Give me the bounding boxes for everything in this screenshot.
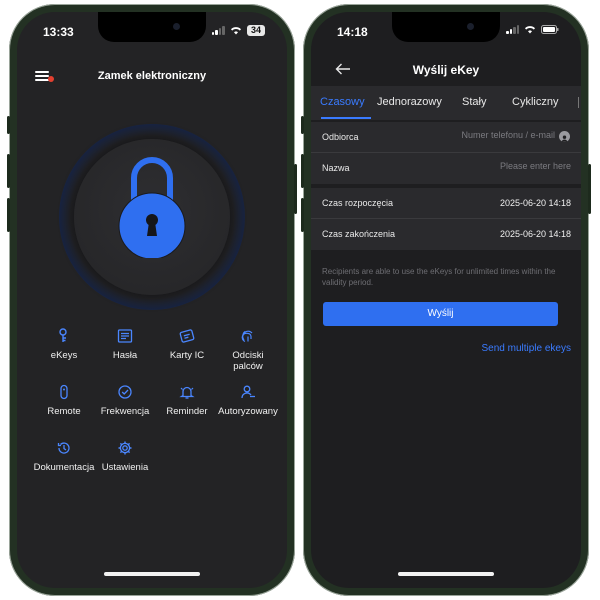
power-button	[294, 164, 297, 214]
wifi-icon	[230, 27, 241, 35]
signal-icon	[506, 25, 519, 34]
mute-switch	[301, 116, 304, 134]
tab-czasowy[interactable]: Czasowy	[320, 96, 365, 108]
active-tab-indicator	[321, 117, 371, 119]
volume-up-button	[7, 154, 10, 188]
end-time-label: Czas zakończenia	[322, 229, 396, 239]
menu-item-label: Reminder	[166, 406, 208, 417]
gear-icon	[118, 441, 132, 455]
volume-up-button	[301, 154, 304, 188]
authorized-user-icon	[241, 385, 255, 399]
menu-item-label: Dokumentacja	[33, 462, 95, 473]
contact-picker-icon[interactable]	[559, 131, 570, 142]
history-icon	[57, 442, 70, 454]
menu-item-label: Autoryzowany	[218, 406, 278, 417]
recipient-row: Odbiorca	[311, 122, 581, 153]
name-row: Nazwa	[311, 153, 581, 184]
tab-jednorazowy[interactable]: Jednorazowy	[377, 96, 442, 108]
attendance-check-icon	[118, 385, 132, 399]
menu-item-label: Remote	[47, 406, 81, 417]
wifi-icon	[525, 26, 535, 34]
volume-down-button	[7, 198, 10, 232]
status-icons	[506, 25, 559, 34]
recipient-input[interactable]	[405, 130, 555, 140]
screen-right: 14:18 Wyślij eKey Czasowy Jednorazowy St…	[311, 12, 581, 588]
start-time-value[interactable]: 2025-06-20 14:18	[500, 198, 571, 208]
status-bar: 13:33 34	[17, 12, 287, 44]
mute-switch	[7, 116, 10, 134]
menu-item-label: Ustawienia	[101, 462, 149, 473]
menu-item-dokumentacja[interactable]: Dokumentacja	[33, 440, 95, 473]
menu-item-label: Odciski palców	[232, 350, 264, 372]
time-group: Czas rozpoczęcia 2025-06-20 14:18 Czas z…	[311, 188, 581, 250]
start-time-row[interactable]: Czas rozpoczęcia 2025-06-20 14:18	[311, 188, 581, 219]
name-input[interactable]	[421, 161, 571, 171]
menu-item-autoryzowany[interactable]: Autoryzowany	[217, 384, 279, 417]
status-bar: 14:18	[311, 12, 581, 44]
menu-item-hasla[interactable]: Hasła	[94, 328, 156, 361]
tab-cykliczny[interactable]: Cykliczny	[512, 96, 558, 108]
page-title: Zamek elektroniczny	[97, 70, 207, 82]
screen-left: 13:33 34 Zamek elektroniczny eKeys Hasła…	[17, 12, 287, 588]
padlock-icon[interactable]	[117, 148, 187, 258]
menu-item-ekeys[interactable]: eKeys	[33, 328, 95, 361]
ic-card-icon	[179, 329, 195, 343]
end-time-row[interactable]: Czas zakończenia 2025-06-20 14:18	[311, 219, 581, 250]
menu-item-karty-ic[interactable]: Karty IC	[156, 328, 218, 361]
menu-item-label: Frekwencja	[100, 406, 150, 417]
start-time-label: Czas rozpoczęcia	[322, 198, 394, 208]
status-time: 13:33	[43, 25, 74, 39]
menu-item-odciski[interactable]: Odciski palców	[217, 328, 279, 372]
recipient-group: Odbiorca Nazwa	[311, 122, 581, 184]
phone-frame-right: 14:18 Wyślij eKey Czasowy Jednorazowy St…	[301, 4, 591, 596]
page-title: Wyślij eKey	[412, 63, 480, 77]
home-indicator[interactable]	[104, 572, 200, 576]
bell-icon	[179, 386, 195, 399]
tab-bar: Czasowy Jednorazowy Stały Cykliczny	[311, 86, 581, 120]
remote-icon	[60, 384, 68, 400]
validity-note: Recipients are able to use the eKeys for…	[322, 267, 556, 287]
menu-item-remote[interactable]: Remote	[33, 384, 95, 417]
home-indicator[interactable]	[398, 572, 494, 576]
phone-frame-left: 13:33 34 Zamek elektroniczny eKeys Hasła…	[7, 4, 297, 596]
end-time-value[interactable]: 2025-06-20 14:18	[500, 229, 571, 239]
key-person-icon	[59, 328, 67, 342]
tab-staly[interactable]: Stały	[462, 96, 486, 108]
status-time: 14:18	[337, 25, 368, 39]
send-multiple-link[interactable]: Send multiple ekeys	[482, 343, 572, 354]
name-label: Nazwa	[322, 163, 350, 173]
tab-overflow-divider	[578, 97, 579, 108]
power-button	[588, 164, 591, 214]
signal-icon	[211, 26, 225, 35]
menu-item-frekwencja[interactable]: Frekwencja	[94, 384, 156, 417]
menu-item-ustawienia[interactable]: Ustawienia	[94, 440, 156, 473]
recipient-label: Odbiorca	[322, 132, 359, 142]
menu-item-label: eKeys	[50, 350, 78, 361]
menu-item-reminder[interactable]: Reminder	[156, 384, 218, 417]
fingerprint-icon	[241, 330, 253, 343]
password-list-icon	[117, 329, 133, 343]
battery-icon: 34	[246, 25, 265, 36]
battery-icon	[541, 25, 559, 34]
menu-item-label: Hasła	[112, 350, 138, 361]
status-icons: 34	[211, 25, 265, 36]
send-button[interactable]: Wyślij	[323, 302, 558, 326]
menu-item-label: Karty IC	[169, 350, 205, 361]
volume-down-button	[301, 198, 304, 232]
